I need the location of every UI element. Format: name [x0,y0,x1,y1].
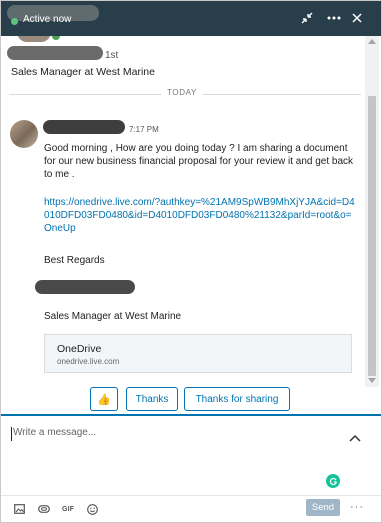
conversation-scrollbar[interactable] [365,36,379,387]
redacted-signature-name [35,280,135,294]
active-status: Active now [23,14,72,25]
contact-headline: Sales Manager at West Marine [11,66,155,78]
message-input[interactable]: Write a message... [11,427,343,441]
close-icon[interactable] [349,10,365,26]
scroll-down-arrow-icon[interactable] [368,378,376,383]
connection-degree: 1st [105,50,119,61]
redacted-contact-name [7,46,103,60]
messaging-window: Active now 1st Sales Manager at West Mar… [0,0,382,523]
chat-header[interactable]: Active now [1,1,381,36]
contact-avatar[interactable] [17,36,51,42]
quick-replies: 👍 Thanks Thanks for sharing [1,387,381,414]
redacted-sender-name [43,120,125,134]
signature-title: Sales Manager at West Marine [44,311,182,322]
more-options-icon[interactable]: ··· [350,501,364,513]
online-status-icon [11,18,18,25]
thanks-for-sharing-reply-button[interactable]: Thanks for sharing [184,387,290,411]
gif-icon[interactable]: GIF [62,503,74,515]
message-time: 7:17 PM [129,125,159,134]
sender-avatar[interactable] [10,120,38,148]
compose-divider [1,414,381,416]
date-divider: TODAY [1,88,363,100]
thumbs-up-icon: 👍 [97,393,111,406]
online-indicator-icon [52,36,60,40]
minimize-arrows-icon[interactable] [299,10,315,26]
send-button[interactable]: Send [306,499,340,516]
grammarly-icon[interactable] [326,474,340,488]
image-icon[interactable] [14,503,25,515]
conversation-pane[interactable]: 1st Sales Manager at West Marine TODAY 7… [1,36,373,387]
message-link[interactable]: https://onedrive.live.com/?authkey=%21AM… [44,196,356,235]
ellipsis-icon[interactable] [326,10,342,26]
link-preview-domain: onedrive.live.com [57,357,120,366]
divider-line [9,94,161,95]
attachment-icon[interactable] [38,503,50,515]
link-preview-title: OneDrive [57,343,102,355]
scroll-up-arrow-icon[interactable] [368,39,376,44]
compose-toolbar: GIF Send ··· [1,495,381,522]
scrollbar-thumb[interactable] [368,96,376,376]
link-preview-card[interactable]: OneDrive onedrive.live.com [44,334,352,373]
divider-line [203,94,361,95]
expand-compose-icon[interactable] [349,429,361,447]
emoji-icon[interactable] [87,503,98,515]
message-regards: Best Regards [44,255,105,266]
thanks-reply-button[interactable]: Thanks [126,387,178,411]
thumbs-up-reply-button[interactable]: 👍 [90,387,118,411]
message-body: Good morning , How are you doing today ?… [44,143,354,180]
date-divider-label: TODAY [167,88,197,97]
